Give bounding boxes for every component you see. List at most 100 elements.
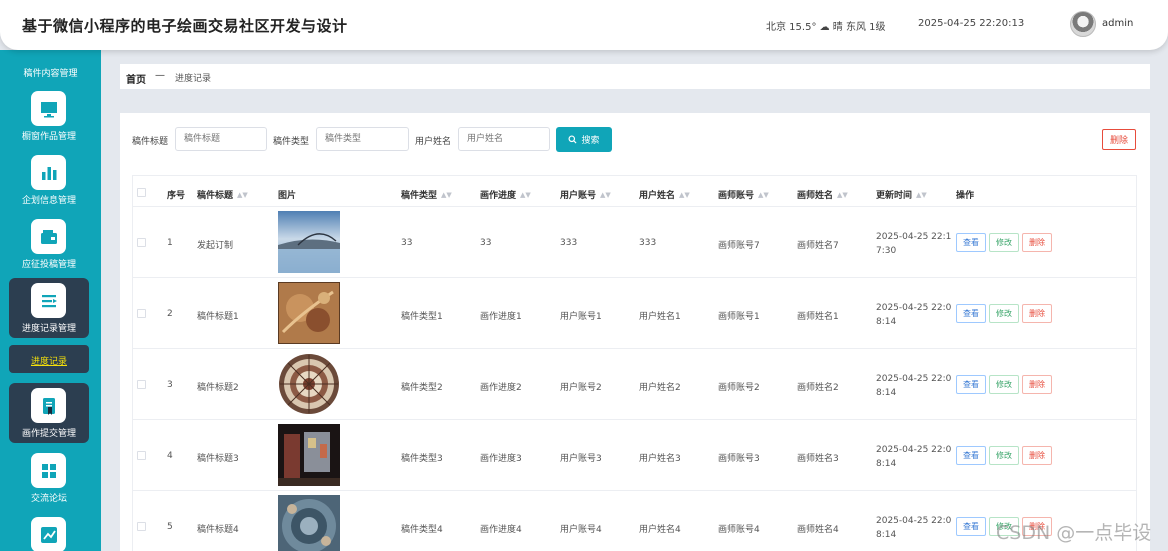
- sidebar-item-progress[interactable]: 进度记录管理: [9, 278, 89, 338]
- column-header-no: 序号: [167, 191, 186, 201]
- type-filter-label: 稿件类型: [273, 137, 310, 147]
- sidebar-item-label: 橱窗作品管理: [21, 132, 76, 142]
- view-button[interactable]: 查看: [956, 517, 986, 536]
- row-account: 用户账号3: [560, 454, 602, 464]
- row-no: 1: [167, 238, 173, 248]
- breadcrumb: 首页 — 进度记录: [120, 64, 1150, 89]
- breadcrumb-home[interactable]: 首页: [126, 71, 146, 86]
- column-header-artist-account[interactable]: 画师账号 ▲▼: [718, 188, 769, 201]
- row-artist-account: 画师账号4: [718, 525, 760, 535]
- row-checkbox[interactable]: [137, 451, 146, 460]
- row-artist-account: 画师账号3: [718, 454, 760, 464]
- clock: 2025-04-25 22:20:13: [918, 18, 1025, 29]
- data-table: 序号 稿件标题 ▲▼ 图片 稿件类型 ▲▼ 画作进度 ▲▼ 用户账号 ▲▼ 用户姓名 ▲▼…: [132, 175, 1137, 551]
- row-artist-name: 画师姓名2: [797, 383, 839, 393]
- column-header-title[interactable]: 稿件标题 ▲▼: [197, 188, 248, 201]
- row-checkbox[interactable]: [137, 238, 146, 247]
- sidebar-item-stats[interactable]: [9, 512, 89, 551]
- column-header-label: 画师账号: [718, 191, 755, 201]
- sidebar-item-showcase[interactable]: 橱窗作品管理: [9, 86, 89, 146]
- sidebar-item-artwork-submit[interactable]: 画作提交管理: [9, 383, 89, 443]
- user-filter-label: 用户姓名: [415, 137, 452, 147]
- bulk-delete-button[interactable]: 删除: [1102, 129, 1136, 150]
- sidebar-item-label: 交流论坛: [30, 494, 67, 504]
- column-header-label: 稿件标题: [197, 191, 234, 201]
- row-artist-name: 画师姓名3: [797, 454, 839, 464]
- row-time: 2025-04-25 22:08:14: [876, 445, 952, 469]
- sidebar: 稿件内容管理 橱窗作品管理 企划信息管理 应征投稿管理 进度记录管理 进度记录 …: [0, 50, 101, 551]
- row-artist-name: 画师姓名1: [797, 312, 839, 322]
- column-header-account[interactable]: 用户账号 ▲▼: [560, 188, 611, 201]
- title-filter-label: 稿件标题: [132, 137, 169, 147]
- row-checkbox[interactable]: [137, 380, 146, 389]
- column-header-type[interactable]: 稿件类型 ▲▼: [401, 188, 452, 201]
- user-filter-input[interactable]: [458, 127, 550, 151]
- row-time: 2025-04-25 22:08:14: [876, 374, 952, 398]
- row-account: 用户账号2: [560, 383, 602, 393]
- sort-icon: ▲▼: [237, 191, 248, 199]
- column-header-name[interactable]: 用户姓名 ▲▼: [639, 188, 690, 201]
- sidebar-item-label: 进度记录管理: [21, 324, 76, 334]
- app-title: 基于微信小程序的电子绘画交易社区开发与设计: [22, 17, 348, 35]
- username[interactable]: admin: [1102, 18, 1133, 29]
- sidebar-item-cut-label[interactable]: 稿件内容管理: [0, 66, 101, 79]
- avatar[interactable]: [1070, 11, 1096, 37]
- view-button[interactable]: 查看: [956, 233, 986, 252]
- column-header-label: 画作进度: [480, 191, 517, 201]
- column-header-progress[interactable]: 画作进度 ▲▼: [480, 188, 531, 201]
- bar-chart-icon: [31, 155, 66, 190]
- edit-button[interactable]: 修改: [989, 233, 1019, 252]
- column-header-artist-name[interactable]: 画师姓名 ▲▼: [797, 188, 848, 201]
- row-no: 5: [167, 522, 173, 532]
- sort-icon: ▲▼: [600, 191, 611, 199]
- row-type: 稿件类型3: [401, 454, 443, 464]
- edit-button[interactable]: 修改: [989, 375, 1019, 394]
- artwork-thumbnail: [278, 353, 340, 415]
- row-progress: 画作进度4: [480, 525, 522, 535]
- edit-button[interactable]: 修改: [989, 446, 1019, 465]
- row-artist-account: 画师账号1: [718, 312, 760, 322]
- row-time: 2025-04-25 22:17:30: [876, 232, 952, 256]
- grid-icon: [31, 453, 66, 488]
- column-header-time[interactable]: 更新时间 ▲▼: [876, 188, 927, 201]
- sidebar-item-submissions[interactable]: 应征投稿管理: [9, 214, 89, 274]
- sidebar-subitem-progress-record[interactable]: 进度记录: [9, 345, 89, 373]
- table-row: 1 发起订制 33 33 333 333 画师账号7 画师姓名7 2025-04…: [133, 206, 1136, 277]
- table-row: 3 稿件标题2 稿件类型2 画作进度2 用户账号2 用户姓名2 画师账号2 画师…: [133, 348, 1136, 419]
- sidebar-item-planning[interactable]: 企划信息管理: [9, 150, 89, 210]
- table-row: 4 稿件标题3 稿件类型3 画作进度3 用户账号3 用户姓名3 画师账号3 画师…: [133, 419, 1136, 490]
- view-button[interactable]: 查看: [956, 375, 986, 394]
- row-progress: 画作进度1: [480, 312, 522, 322]
- view-button[interactable]: 查看: [956, 304, 986, 323]
- view-button[interactable]: 查看: [956, 446, 986, 465]
- list-icon: [31, 283, 66, 318]
- delete-button[interactable]: 删除: [1022, 446, 1052, 465]
- column-header-label: 用户账号: [560, 191, 597, 201]
- sidebar-item-label: 企划信息管理: [21, 196, 76, 206]
- sort-icon: ▲▼: [837, 191, 848, 199]
- delete-button[interactable]: 删除: [1022, 375, 1052, 394]
- main-panel: 稿件标题 稿件类型 用户姓名 搜索 删除 序号 稿件标题▲▼ 图片 稿件类型▲▼…: [120, 113, 1150, 551]
- sidebar-subitem-label: 进度记录: [30, 357, 67, 367]
- column-header-label: 稿件类型: [401, 191, 438, 201]
- row-progress: 画作进度3: [480, 454, 522, 464]
- row-account: 用户账号4: [560, 525, 602, 535]
- title-filter-input[interactable]: [175, 127, 267, 151]
- weather-info: 北京 15.5° ☁ 晴 东风 1级: [766, 22, 886, 33]
- edit-button[interactable]: 修改: [989, 304, 1019, 323]
- artwork-thumbnail: [278, 282, 340, 344]
- sidebar-item-forum[interactable]: 交流论坛: [9, 448, 89, 508]
- artwork-thumbnail: [278, 424, 340, 486]
- sidebar-item-label: 应征投稿管理: [21, 260, 76, 270]
- row-checkbox[interactable]: [137, 309, 146, 318]
- row-artist-account: 画师账号2: [718, 383, 760, 393]
- column-header-image: 图片: [278, 191, 297, 201]
- type-filter-input[interactable]: [316, 127, 409, 151]
- delete-button[interactable]: 删除: [1022, 233, 1052, 252]
- row-checkbox[interactable]: [137, 522, 146, 531]
- watermark: CSDN @一点毕设: [996, 522, 1152, 544]
- select-all-checkbox[interactable]: [137, 188, 146, 197]
- delete-button[interactable]: 删除: [1022, 304, 1052, 323]
- row-type: 稿件类型1: [401, 312, 443, 322]
- search-button[interactable]: 搜索: [556, 127, 612, 152]
